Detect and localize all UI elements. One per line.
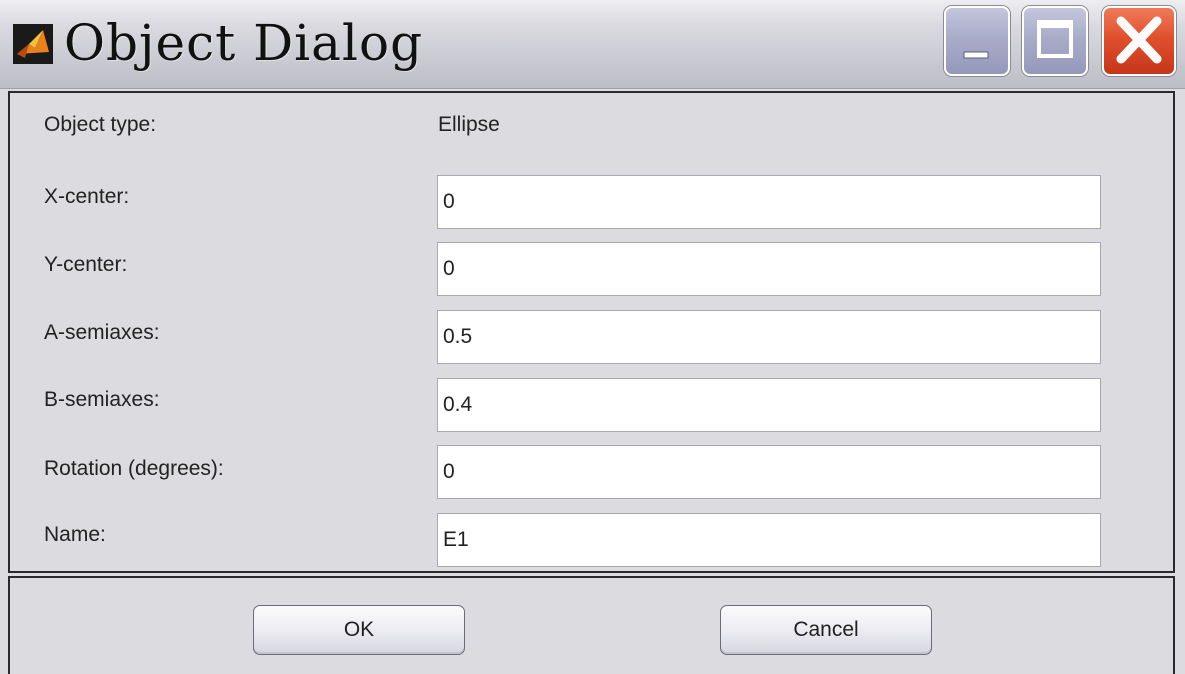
object-type-value: Ellipse xyxy=(438,113,500,136)
button-panel: OK Cancel xyxy=(8,576,1175,674)
y-center-label: Y-center: xyxy=(44,253,128,276)
rotation-label: Rotation (degrees): xyxy=(44,457,224,480)
minimize-button[interactable] xyxy=(944,6,1010,76)
a-semiaxes-label: A-semiaxes: xyxy=(44,321,160,344)
rotation-input[interactable]: 0 xyxy=(437,445,1101,499)
minimize-icon xyxy=(963,51,989,59)
cancel-button[interactable]: Cancel xyxy=(720,605,932,655)
title-bar[interactable]: Object Dialog xyxy=(0,0,1185,89)
name-input[interactable]: E1 xyxy=(437,513,1101,567)
close-button[interactable] xyxy=(1102,6,1176,76)
close-icon xyxy=(1116,16,1162,64)
object-dialog-window: Object Dialog Object type: Ellipse X-cen… xyxy=(0,0,1185,674)
maximize-icon xyxy=(1037,20,1073,58)
object-type-label: Object type: xyxy=(44,113,157,136)
properties-panel: Object type: Ellipse X-center: 0 Y-cente… xyxy=(8,91,1175,573)
x-center-input[interactable]: 0 xyxy=(437,175,1101,229)
name-label: Name: xyxy=(44,523,106,546)
x-center-label: X-center: xyxy=(44,185,130,208)
b-semiaxes-label: B-semiaxes: xyxy=(44,388,160,411)
maximize-button[interactable] xyxy=(1022,6,1088,76)
y-center-input[interactable]: 0 xyxy=(437,242,1101,296)
a-semiaxes-input[interactable]: 0.5 xyxy=(437,310,1101,364)
b-semiaxes-input[interactable]: 0.4 xyxy=(437,378,1101,432)
window-title: Object Dialog xyxy=(64,14,424,72)
app-icon xyxy=(13,24,53,64)
ok-button[interactable]: OK xyxy=(253,605,465,655)
